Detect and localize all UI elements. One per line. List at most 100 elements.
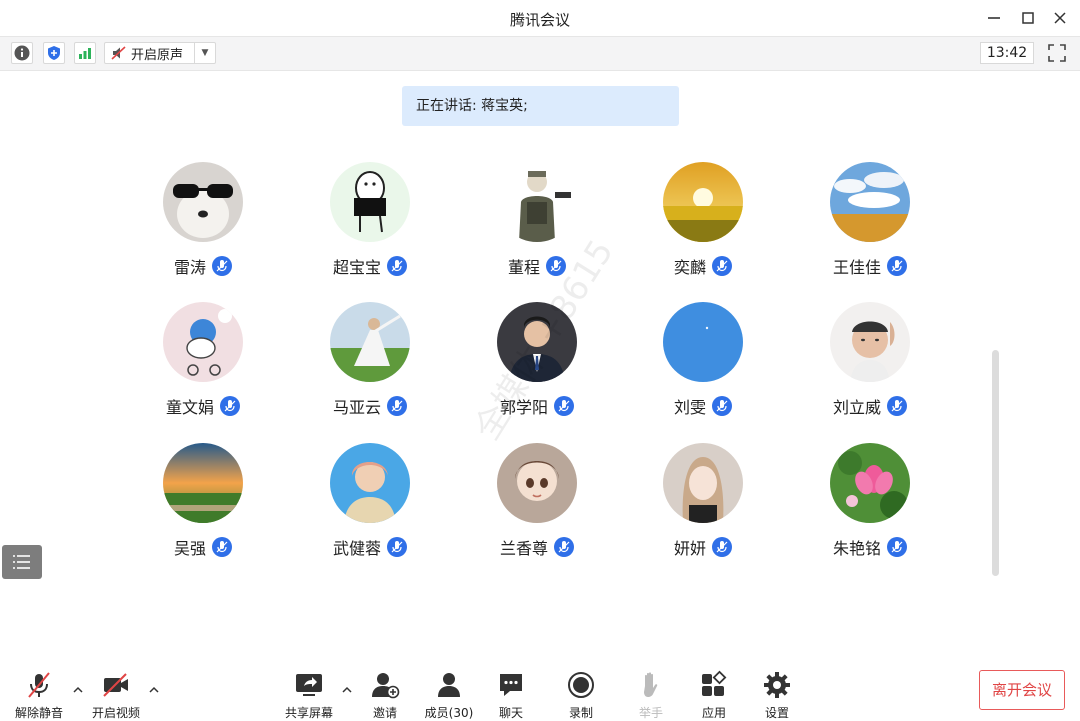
- participant-name-row: 武健蓉: [295, 535, 445, 559]
- leave-meeting-button[interactable]: 离开会议: [979, 670, 1065, 710]
- info-button[interactable]: [11, 42, 33, 64]
- participant-name: 超宝宝: [332, 258, 381, 277]
- participant-name: 吴强: [173, 539, 206, 558]
- dropdown-icon[interactable]: ▼: [194, 43, 215, 63]
- apps-label: 应用: [701, 706, 726, 720]
- title-bar: 腾讯会议: [0, 0, 1080, 36]
- participant-name-row: 童文娟: [128, 394, 278, 418]
- security-button[interactable]: [43, 42, 65, 64]
- participant-tile[interactable]: 兰香尊: [462, 443, 612, 573]
- participant-tile[interactable]: 刘立威: [795, 302, 945, 432]
- participant-tile[interactable]: 童文娟: [128, 302, 278, 432]
- meeting-toolbar: 开启原声 ▼ 13:42: [0, 36, 1080, 71]
- settings-button[interactable]: 设置: [745, 670, 809, 720]
- participant-name: 刘立威: [832, 398, 881, 417]
- participant-tile[interactable]: 武健蓉: [295, 443, 445, 573]
- unmute-label: 解除静音: [14, 706, 63, 720]
- mic-status-icon: [887, 256, 907, 276]
- share-screen-label: 共享屏幕: [284, 706, 333, 720]
- start-video-label: 开启视频: [91, 706, 140, 720]
- avatar: [830, 302, 910, 382]
- participant-name-row: 妍妍: [628, 535, 778, 559]
- mic-muted-icon: [28, 672, 50, 698]
- original-sound-button[interactable]: 开启原声 ▼: [104, 42, 216, 64]
- mic-status-icon: [887, 396, 907, 416]
- bottom-control-bar: 解除静音 开启视频 共享屏幕 邀请 成员(30) 聊天 录制 举手 应用 设置: [0, 660, 1080, 721]
- chevron-up-icon[interactable]: [72, 684, 84, 696]
- list-icon: [13, 555, 30, 569]
- mic-status-icon: [387, 396, 407, 416]
- participant-tile[interactable]: 刘雯: [628, 302, 778, 432]
- chevron-up-icon[interactable]: [341, 684, 353, 696]
- chat-button[interactable]: 聊天: [479, 670, 543, 720]
- participant-tile[interactable]: 雷涛: [128, 162, 278, 292]
- avatar: [663, 302, 743, 382]
- mic-status-icon: [212, 537, 232, 557]
- meeting-clock: 13:42: [980, 42, 1034, 64]
- mic-status-icon: [220, 396, 240, 416]
- avatar: [163, 443, 243, 523]
- raise-hand-label: 举手: [638, 706, 663, 720]
- shield-icon: [48, 46, 60, 60]
- participant-tile[interactable]: 吴强: [128, 443, 278, 573]
- record-label: 录制: [568, 706, 593, 720]
- avatar: [330, 162, 410, 242]
- info-icon: [14, 45, 30, 61]
- participant-name-row: 刘雯: [628, 394, 778, 418]
- members-button[interactable]: 成员(30): [417, 670, 481, 720]
- participant-tile[interactable]: 马亚云: [295, 302, 445, 432]
- minimize-button[interactable]: [982, 6, 1006, 30]
- mic-status-icon: [387, 537, 407, 557]
- fullscreen-icon: [1048, 44, 1066, 62]
- participant-name: 刘雯: [673, 398, 706, 417]
- mic-status-icon: [887, 537, 907, 557]
- maximize-icon: [1022, 12, 1034, 24]
- record-button[interactable]: 录制: [549, 670, 613, 720]
- participant-name-row: 奕麟: [628, 254, 778, 278]
- scrollbar[interactable]: [992, 350, 999, 576]
- participant-tile[interactable]: 超宝宝: [295, 162, 445, 292]
- members-label: 成员(30): [424, 706, 474, 720]
- fullscreen-button[interactable]: [1046, 42, 1068, 64]
- chat-icon: [500, 674, 522, 696]
- minimize-icon: [988, 17, 1000, 19]
- share-screen-button[interactable]: 共享屏幕: [277, 670, 341, 720]
- layout-list-button[interactable]: [2, 545, 42, 579]
- participant-name: 妍妍: [673, 539, 706, 558]
- apps-button[interactable]: 应用: [682, 670, 746, 720]
- participant-tile[interactable]: 王佳佳: [795, 162, 945, 292]
- network-button[interactable]: [74, 42, 96, 64]
- participant-name: 武健蓉: [332, 539, 381, 558]
- participant-name-row: 朱艳铭: [795, 535, 945, 559]
- start-video-button[interactable]: 开启视频: [84, 670, 148, 720]
- chat-label: 聊天: [498, 706, 523, 720]
- participant-name: 马亚云: [332, 398, 381, 417]
- avatar: [830, 162, 910, 242]
- participant-name: 童文娟: [165, 398, 214, 417]
- mic-status-icon: [554, 396, 574, 416]
- avatar: [163, 302, 243, 382]
- participant-tile[interactable]: 奕麟: [628, 162, 778, 292]
- apps-icon: [702, 670, 727, 696]
- avatar: [330, 443, 410, 523]
- unmute-button[interactable]: 解除静音: [7, 670, 71, 720]
- mic-status-icon: [712, 396, 732, 416]
- window-title: 腾讯会议: [509, 11, 570, 29]
- chevron-up-icon[interactable]: [148, 684, 160, 696]
- share-screen-icon: [296, 674, 322, 696]
- close-button[interactable]: [1048, 6, 1072, 30]
- invite-button[interactable]: 邀请: [353, 670, 417, 720]
- avatar: [330, 302, 410, 382]
- gear-icon: [764, 672, 790, 698]
- participant-name-row: 超宝宝: [295, 254, 445, 278]
- avatar: [497, 443, 577, 523]
- add-user-icon: [372, 673, 400, 699]
- maximize-button[interactable]: [1016, 6, 1040, 30]
- participant-name-row: 雷涛: [128, 254, 278, 278]
- original-sound-label: 开启原声: [131, 47, 184, 63]
- mic-status-icon: [387, 256, 407, 276]
- raise-hand-button[interactable]: 举手: [619, 670, 683, 720]
- participant-tile[interactable]: 朱艳铭: [795, 443, 945, 573]
- speaker-muted-icon: [111, 46, 126, 60]
- participant-tile[interactable]: 妍妍: [628, 443, 778, 573]
